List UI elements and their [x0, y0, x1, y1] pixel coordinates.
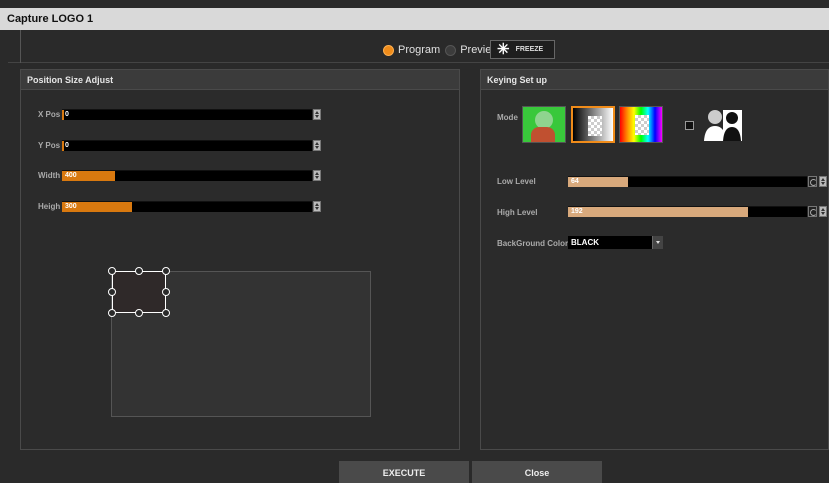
color-key-mode-icon[interactable] — [619, 106, 663, 143]
ypos-fill — [62, 141, 64, 151]
people-icon — [703, 108, 743, 141]
xpos-label: X Pos — [38, 110, 61, 119]
ypos-value: 0 — [65, 142, 69, 149]
freeze-label: FREEZE — [515, 46, 544, 53]
execute-button[interactable]: EXECUTE — [339, 461, 469, 483]
chroma-key-body — [531, 127, 555, 142]
high-level-slider[interactable]: 192 — [568, 206, 807, 217]
mode-label: Mode — [497, 113, 518, 122]
width-stepper[interactable] — [313, 170, 321, 181]
resize-handle-top[interactable] — [135, 267, 143, 275]
height-stepper[interactable] — [313, 201, 321, 212]
program-radio[interactable] — [383, 44, 394, 56]
source-radio-group: Program Preview — [383, 44, 499, 56]
height-slider[interactable]: 300 — [62, 201, 312, 212]
resize-handle-top-right[interactable] — [162, 267, 170, 275]
width-value: 400 — [65, 172, 77, 179]
luma-key-mode-icon[interactable] — [571, 106, 615, 143]
resize-handle-bottom-right[interactable] — [162, 309, 170, 317]
luma-key-checker — [588, 116, 602, 136]
low-level-value: 64 — [571, 178, 579, 185]
xpos-fill — [62, 110, 64, 120]
resize-handle-left[interactable] — [108, 288, 116, 296]
resize-handle-bottom-left[interactable] — [108, 309, 116, 317]
position-panel-title: Position Size Adjust — [21, 70, 459, 90]
low-level-label: Low Level — [497, 177, 536, 186]
alpha-checkbox[interactable] — [685, 121, 694, 130]
high-level-stepper[interactable] — [819, 206, 827, 217]
background-color-select[interactable]: BLACK — [568, 236, 663, 249]
width-label: Width — [38, 171, 61, 180]
xpos-slider[interactable]: 0 — [62, 109, 312, 120]
chroma-key-mode-icon[interactable] — [522, 106, 566, 143]
resize-handle-right[interactable] — [162, 288, 170, 296]
height-label: Heigh — [38, 202, 61, 211]
resize-handle-top-left[interactable] — [108, 267, 116, 275]
ypos-slider[interactable]: 0 — [62, 140, 312, 151]
snowflake-icon: ✳ — [497, 41, 510, 58]
height-value: 300 — [65, 203, 77, 210]
logo-bounding-box[interactable] — [112, 271, 166, 313]
width-slider[interactable]: 400 — [62, 170, 312, 181]
high-level-value: 192 — [571, 208, 583, 215]
low-level-stepper[interactable] — [819, 176, 827, 187]
ypos-label: Y Pos — [38, 141, 61, 150]
freeze-button[interactable]: ✳ FREEZE — [490, 40, 555, 59]
xpos-value: 0 — [65, 111, 69, 118]
xpos-stepper[interactable] — [313, 109, 321, 120]
background-color-value: BLACK — [571, 238, 599, 247]
low-level-reset-icon[interactable] — [808, 176, 817, 187]
keying-panel-title: Keying Set up — [481, 70, 828, 90]
chevron-down-icon — [652, 236, 663, 249]
high-level-reset-icon[interactable] — [808, 206, 817, 217]
preview-radio[interactable] — [445, 44, 457, 56]
color-key-checker — [635, 115, 649, 135]
ypos-stepper[interactable] — [313, 140, 321, 151]
low-level-slider[interactable]: 64 — [568, 176, 807, 187]
high-level-fill — [568, 207, 748, 217]
high-level-label: High Level — [497, 208, 538, 217]
background-color-label: BackGround Color — [497, 239, 569, 248]
resize-handle-bottom[interactable] — [135, 309, 143, 317]
program-radio-label[interactable]: Program — [398, 44, 440, 56]
close-button[interactable]: Close — [472, 461, 602, 483]
window-title: Capture LOGO 1 — [0, 8, 829, 30]
